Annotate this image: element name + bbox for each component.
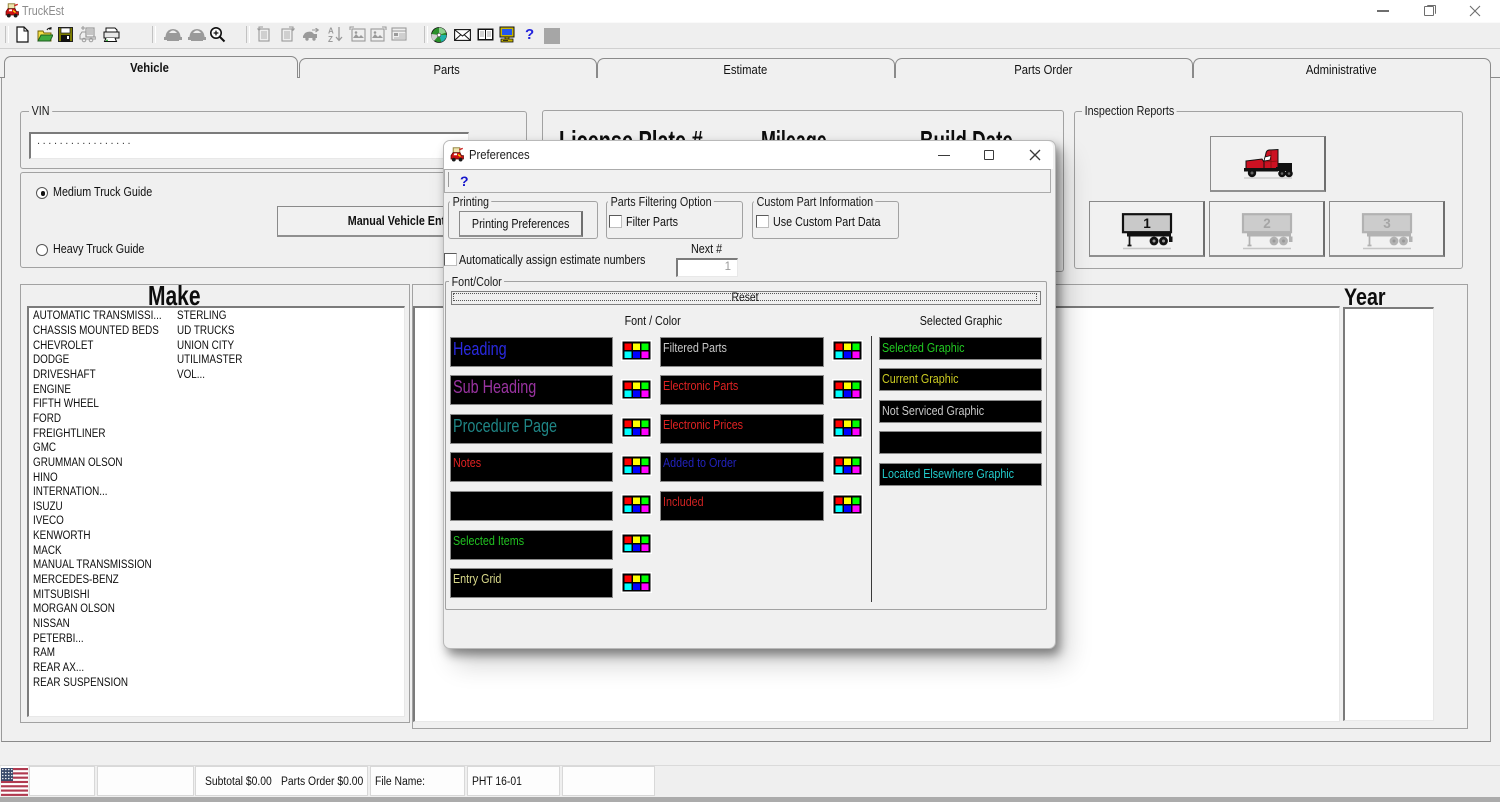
svg-text:3: 3 <box>1383 216 1391 231</box>
svg-text:1: 1 <box>1143 216 1151 231</box>
svg-text:2: 2 <box>1263 216 1271 231</box>
svg-text:Z: Z <box>328 35 333 43</box>
